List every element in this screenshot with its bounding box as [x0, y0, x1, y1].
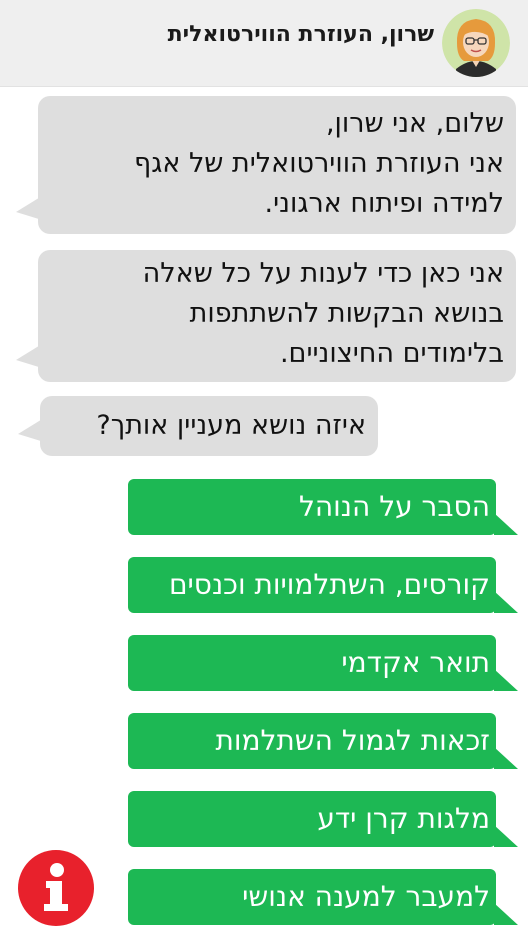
option-tail [494, 747, 518, 769]
female-assistant-avatar-icon [442, 9, 510, 77]
option-button-scholarships[interactable]: מלגות קרן ידע [128, 791, 518, 847]
option-button-academic-degree[interactable]: תואר אקדמי [128, 635, 518, 691]
message-line: איזה נושא מעניין אותך? [96, 410, 366, 441]
option-tail [494, 513, 518, 535]
message-line: למידה ופיתוח ארגוני. [264, 188, 504, 219]
message-line: בנושא הבקשות להשתתפות [189, 298, 504, 329]
option-label: זכאות לגמול השתלמות [215, 724, 490, 757]
option-tail [494, 825, 518, 847]
chat-header: שרון, העוזרת הווירטואלית [0, 0, 528, 87]
option-label: למעבר למענה אנושי [242, 880, 490, 913]
option-label: תואר אקדמי [341, 646, 490, 679]
message-bubble-question: איזה נושא מעניין אותך? [18, 396, 378, 456]
message-bubble-purpose: אני כאן כדי לענות על כל שאלה בנושא הבקשו… [16, 250, 516, 382]
option-button-human-agent[interactable]: למעבר למענה אנושי [128, 869, 518, 925]
bubble-tail [16, 344, 42, 368]
option-label: הסבר על הנוהל [298, 490, 490, 523]
option-button-procedure-explanation[interactable]: הסבר על הנוהל [128, 479, 518, 535]
option-button-courses[interactable]: קורסים, השתלמויות וכנסים [128, 557, 518, 613]
message-bubble-greeting: שלום, אני שרון, אני העוזרת הווירטואלית ש… [16, 96, 516, 234]
message-line: אני העוזרת הווירטואלית של אגף [133, 148, 504, 179]
message-line: אני כאן כדי לענות על כל שאלה [142, 258, 504, 289]
option-label: מלגות קרן ידע [317, 802, 490, 835]
option-button-training-bonus[interactable]: זכאות לגמול השתלמות [128, 713, 518, 769]
info-button[interactable] [18, 850, 94, 926]
info-icon [44, 863, 68, 911]
option-label: קורסים, השתלמויות וכנסים [168, 568, 490, 601]
option-tail [494, 903, 518, 925]
option-tail [494, 591, 518, 613]
message-line: שלום, אני שרון, [325, 108, 504, 139]
assistant-title: שרון, העוזרת הווירטואלית [167, 22, 434, 47]
bubble-tail [16, 196, 42, 220]
chat-screen: שרון, העוזרת הווירטואלית שלום, אני שרון,… [0, 0, 528, 940]
bubble-tail [18, 418, 44, 442]
option-tail [494, 669, 518, 691]
message-line: בלימודים החיצוניים. [279, 338, 504, 369]
